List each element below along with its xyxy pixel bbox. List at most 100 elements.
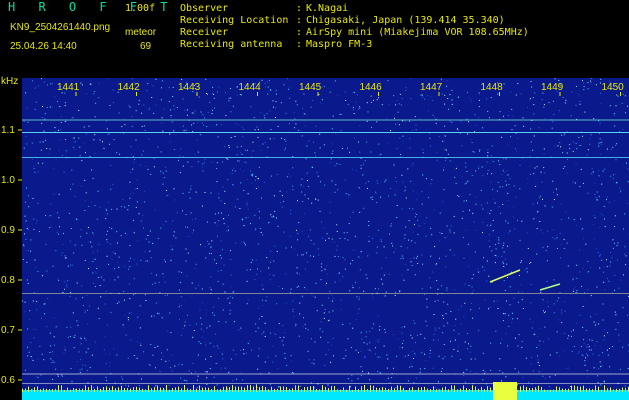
noise-speck [547,230,549,232]
noise-speck [429,277,430,279]
noise-speck [465,162,467,164]
noise-speck [383,345,385,347]
noise-speck [415,342,417,344]
noise-speck [224,92,226,94]
noise-speck [69,240,71,242]
noise-speck [243,353,245,355]
noise-speck [74,244,76,246]
noise-speck [139,305,141,307]
noise-speck [245,243,246,245]
noise-speck [211,161,213,163]
noise-speck [133,355,135,356]
noise-speck [240,182,242,184]
noise-speck [75,298,77,300]
noise-speck [347,239,349,241]
noise-speck [222,186,224,188]
noise-speck [270,214,272,216]
noise-speck [53,168,55,170]
noise-speck [507,192,509,194]
noise-speck [313,255,315,257]
noise-speck [533,135,535,137]
noise-speck [237,160,238,162]
noise-speck [364,357,366,358]
noise-speck [557,145,559,147]
noise-speck [307,261,309,263]
noise-speck [482,208,484,210]
noise-speck [542,232,544,234]
noise-speck [392,245,393,247]
noise-speck [590,80,592,82]
noise-speck [449,249,451,251]
noise-speck [447,98,449,99]
noise-speck [228,100,230,102]
noise-speck [230,137,232,139]
noise-speck [155,104,157,106]
noise-speck [498,160,499,162]
baseline-spike [115,388,116,392]
noise-speck [583,343,585,345]
noise-speck [319,147,321,149]
noise-speck [240,94,242,96]
noise-speck [331,143,333,145]
baseline-spike [409,387,410,392]
noise-speck [164,295,166,296]
noise-speck [236,146,238,148]
noise-speck [243,190,245,191]
noise-speck [201,302,203,304]
noise-speck [23,245,25,247]
noise-speck [601,141,603,143]
noise-speck [542,375,544,377]
noise-speck [142,214,144,216]
noise-speck [391,242,393,244]
noise-speck [517,138,519,139]
noise-speck [290,355,292,357]
noise-speck [442,140,444,142]
noise-speck [27,355,29,357]
noise-speck [170,332,172,334]
noise-speck [472,317,473,319]
noise-speck [583,82,585,84]
noise-speck [26,143,28,145]
noise-speck [58,149,60,151]
noise-speck [128,268,129,270]
noise-speck [28,206,30,208]
noise-speck [239,94,241,95]
noise-speck [262,234,264,236]
noise-speck [409,207,410,209]
noise-speck [331,344,332,346]
noise-speck [478,106,480,108]
noise-speck [182,210,183,212]
noise-speck [492,230,494,232]
noise-speck [593,118,595,120]
noise-speck [616,245,618,247]
noise-speck [587,271,589,273]
noise-speck [475,170,477,172]
noise-speck [356,319,358,321]
noise-speck [169,109,171,111]
noise-speck [482,175,484,177]
noise-speck [250,262,252,264]
noise-speck [163,259,165,261]
baseline-spike [124,388,125,392]
noise-speck [118,112,120,114]
noise-speck [421,191,423,193]
baseline-spike [169,389,170,392]
noise-speck [422,263,424,265]
noise-speck [543,106,545,108]
noise-speck [27,229,29,230]
noise-speck [520,284,522,286]
noise-speck [430,96,432,98]
noise-speck [266,257,268,258]
noise-speck [92,177,94,179]
noise-speck [600,213,602,215]
noise-speck [304,125,306,127]
baseline-spike [31,389,32,392]
noise-speck [165,261,166,263]
noise-speck [243,241,245,243]
noise-speck [599,345,601,347]
noise-speck [295,100,297,102]
noise-speck [404,237,406,239]
noise-speck [269,279,271,281]
noise-speck [413,358,414,359]
noise-speck [568,144,570,146]
